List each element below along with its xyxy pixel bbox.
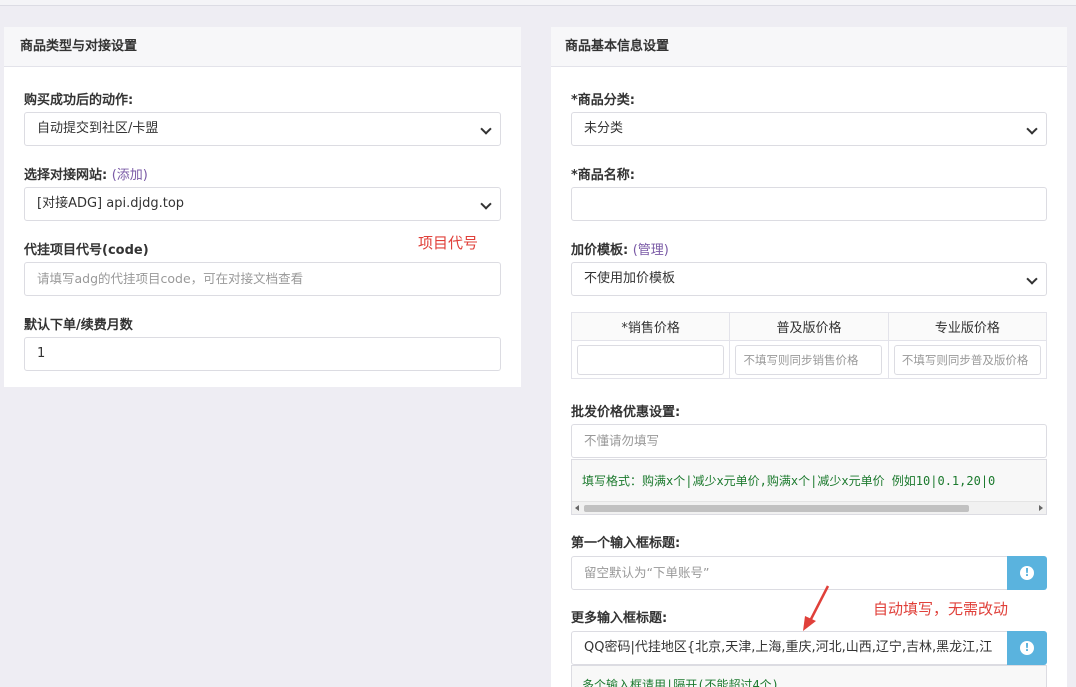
bulk-label: 批发价格优惠设置:: [571, 405, 681, 420]
name-input[interactable]: [571, 187, 1047, 221]
markup-select-value: 不使用加价模板: [584, 271, 676, 286]
info-icon: !: [1020, 566, 1034, 580]
months-input[interactable]: 1: [24, 337, 501, 371]
category-select-value: 未分类: [584, 121, 624, 136]
annotation-arrow: [803, 585, 830, 631]
pro-price-input[interactable]: 不填写则同步普及版价格: [893, 344, 1041, 375]
category-select[interactable]: 未分类: [571, 112, 1047, 146]
info-icon: !: [1020, 641, 1034, 655]
bulk-format-text: 填写格式：购满x个|减少x元单价,购满x个|减少x元单价 例如10|0.1,20…: [582, 474, 996, 488]
action-select-value: 自动提交到社区/卡盟: [37, 121, 159, 136]
action-label: 购买成功后的动作:: [24, 93, 134, 108]
markup-label: 加价模板: (管理): [571, 239, 669, 258]
chevron-down-icon: [480, 123, 492, 135]
chevron-down-icon: [480, 198, 492, 210]
more-inputs-hint: 多个输入框请用|隔开(不能超过4个): [571, 665, 1047, 687]
sale-price-header: *销售价格: [570, 312, 731, 341]
bulk-input[interactable]: 不懂请勿填写: [571, 424, 1047, 458]
code-input-placeholder: 请填写adg的代挂项目code，可在对接文档查看: [37, 271, 304, 286]
months-input-value: 1: [37, 346, 46, 361]
first-input-placeholder: 留空默认为“下单账号”: [584, 565, 710, 580]
bulk-input-placeholder: 不懂请勿填写: [584, 433, 660, 448]
markup-select[interactable]: 不使用加价模板: [571, 262, 1047, 296]
chevron-down-icon: [1026, 273, 1038, 285]
site-label-text: 选择对接网站:: [24, 168, 112, 183]
markup-label-text: 加价模板:: [571, 243, 633, 258]
bulk-format-hint: 填写格式：购满x个|减少x元单价,购满x个|减少x元单价 例如10|0.1,20…: [571, 459, 1047, 515]
category-label: *商品分类:: [571, 93, 635, 108]
horizontal-scrollbar[interactable]: [572, 501, 1046, 514]
code-annotation: 项目代号: [418, 234, 479, 252]
first-input-field[interactable]: 留空默认为“下单账号”: [571, 556, 1008, 590]
sale-price-input[interactable]: [577, 344, 725, 375]
manage-markup-link[interactable]: (管理): [633, 243, 669, 258]
scrollbar-thumb[interactable]: [584, 505, 969, 512]
first-input-info-button[interactable]: !: [1007, 556, 1047, 590]
chevron-down-icon: [1026, 123, 1038, 135]
add-site-link[interactable]: (添加): [112, 168, 148, 183]
panel-title: 商品基本信息设置: [551, 27, 1067, 67]
action-select[interactable]: 自动提交到社区/卡盟: [24, 112, 501, 146]
scroll-left-icon[interactable]: [575, 505, 579, 511]
more-inputs-hint-text: 多个输入框请用|隔开(不能超过4个): [582, 678, 779, 687]
top-bar: [0, 0, 1076, 6]
pro-price-header: 专业版价格: [887, 312, 1048, 341]
basic-price-header: 普及版价格: [729, 312, 889, 341]
site-label: 选择对接网站: (添加): [24, 164, 148, 183]
first-input-label: 第一个输入框标题:: [571, 536, 681, 551]
panel-title: 商品类型与对接设置: [4, 27, 521, 67]
product-type-panel: 商品类型与对接设置 购买成功后的动作: 自动提交到社区/卡盟 选择对接网站: (…: [4, 27, 521, 387]
code-label: 代挂项目代号(code): [24, 243, 149, 258]
scroll-right-icon[interactable]: [1039, 505, 1043, 511]
months-label: 默认下单/续费月数: [24, 318, 133, 333]
site-select-value: [对接ADG] api.djdg.top: [37, 196, 185, 211]
code-input[interactable]: 请填写adg的代挂项目code，可在对接文档查看: [24, 262, 501, 296]
more-inputs-field[interactable]: QQ密码|代挂地区{北京,天津,上海,重庆,河北,山西,辽宁,吉林,黑龙江,江: [571, 631, 1008, 665]
name-label: *商品名称:: [571, 168, 635, 183]
price-table: *销售价格 普及版价格 专业版价格 不填写则同步销售价格 不填写则同步普及版价格: [570, 312, 1048, 379]
site-select[interactable]: [对接ADG] api.djdg.top: [24, 187, 501, 221]
more-inputs-value: QQ密码|代挂地区{北京,天津,上海,重庆,河北,山西,辽宁,吉林,黑龙江,江: [584, 640, 993, 655]
more-inputs-info-button[interactable]: !: [1007, 631, 1047, 665]
basic-price-input[interactable]: 不填写则同步销售价格: [735, 344, 883, 375]
auto-fill-annotation: 自动填写，无需改动: [873, 600, 1009, 618]
more-inputs-label: 更多输入框标题:: [571, 611, 668, 626]
